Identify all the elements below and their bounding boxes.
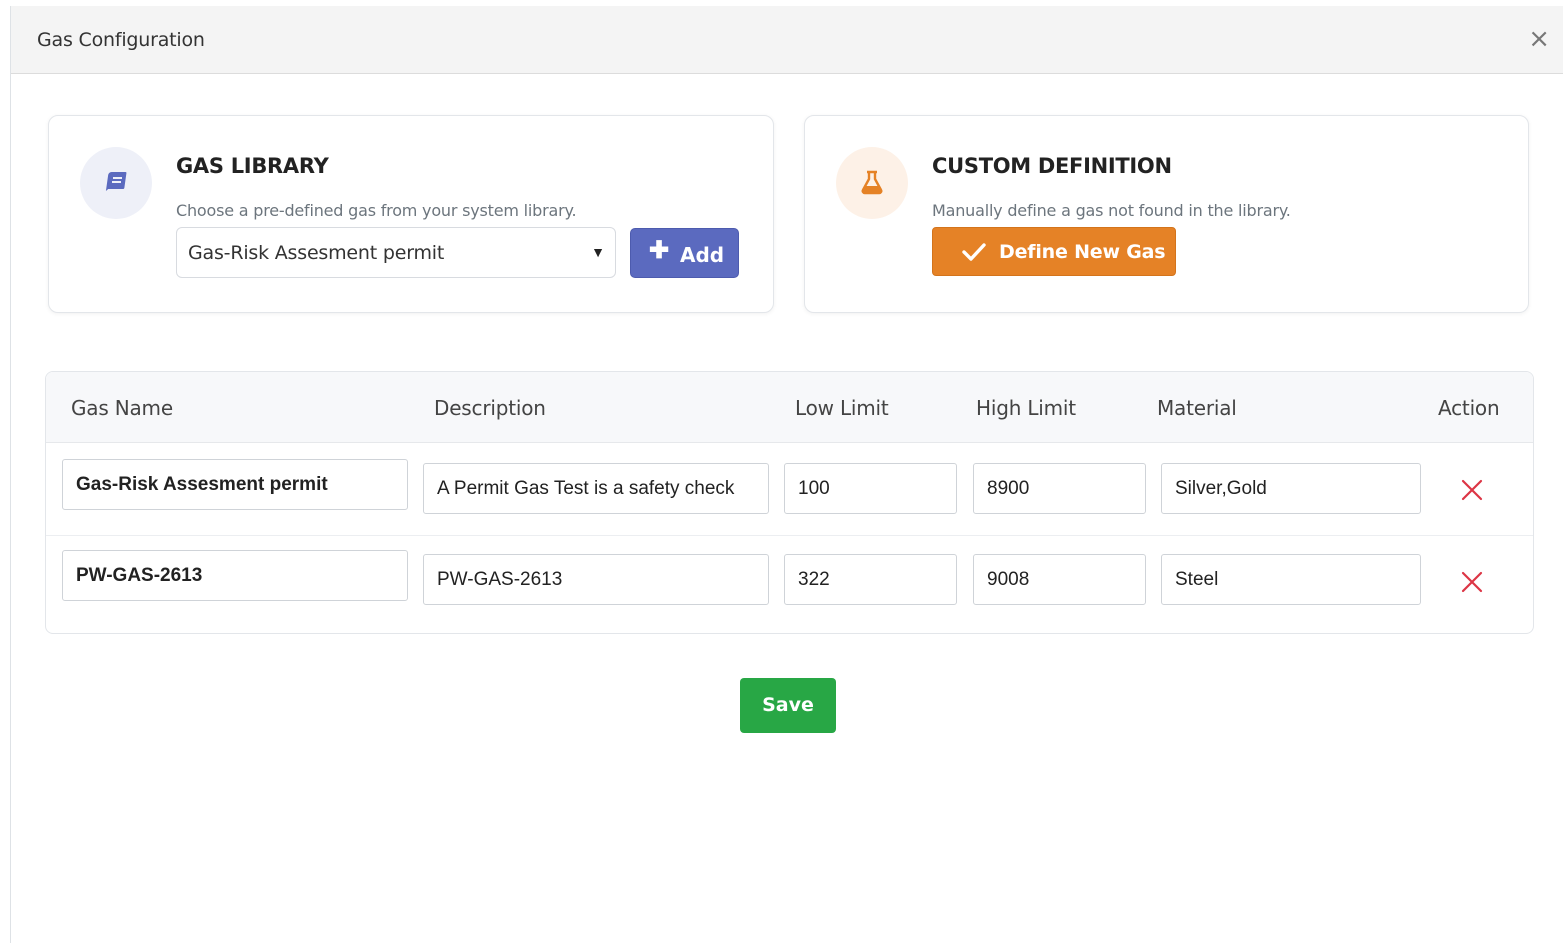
header-action: Action xyxy=(1438,396,1500,420)
custom-definition-subtitle: Manually define a gas not found in the l… xyxy=(932,201,1291,220)
gas-library-subtitle: Choose a pre-defined gas from your syste… xyxy=(176,201,577,220)
high-limit-input[interactable]: 8900 xyxy=(973,463,1146,514)
selected-gas-value: Gas-Risk Assesment permit xyxy=(188,242,445,264)
add-gas-button[interactable]: ✚ Add xyxy=(630,228,739,278)
gas-name-input[interactable]: Gas-Risk Assesment permit xyxy=(62,459,408,510)
table-header: Gas Name Description Low Limit High Limi… xyxy=(46,372,1533,443)
book-icon xyxy=(80,147,152,219)
low-limit-input[interactable]: 100 xyxy=(784,463,957,514)
flask-icon xyxy=(836,147,908,219)
table-row: Gas-Risk Assesment permit A Permit Gas T… xyxy=(46,443,1533,536)
low-limit-input[interactable]: 322 xyxy=(784,554,957,605)
delete-row-icon[interactable] xyxy=(1460,570,1484,594)
gas-name-input[interactable]: PW-GAS-2613 xyxy=(62,550,408,601)
gas-library-title: GAS LIBRARY xyxy=(176,154,329,178)
define-button-label: Define New Gas xyxy=(999,241,1166,263)
modal-header: Gas Configuration × xyxy=(11,6,1563,74)
description-input[interactable]: PW-GAS-2613 xyxy=(423,554,769,605)
gas-table: Gas Name Description Low Limit High Limi… xyxy=(45,371,1534,634)
header-low-limit: Low Limit xyxy=(795,396,889,420)
define-new-gas-button[interactable]: Define New Gas xyxy=(932,227,1176,276)
save-button[interactable]: Save xyxy=(740,678,836,733)
high-limit-input[interactable]: 9008 xyxy=(973,554,1146,605)
custom-definition-card: CUSTOM DEFINITION Manually define a gas … xyxy=(804,115,1529,313)
custom-definition-title: CUSTOM DEFINITION xyxy=(932,154,1172,178)
add-button-label: Add xyxy=(680,243,725,267)
description-input[interactable]: A Permit Gas Test is a safety check xyxy=(423,463,769,514)
material-input[interactable]: Silver,Gold xyxy=(1161,463,1421,514)
check-icon xyxy=(962,243,986,261)
material-input[interactable]: Steel xyxy=(1161,554,1421,605)
gas-library-select[interactable]: Gas-Risk Assesment permit ▼ xyxy=(176,227,616,278)
plus-icon: ✚ xyxy=(649,237,670,264)
delete-row-icon[interactable] xyxy=(1460,478,1484,502)
gas-library-card: GAS LIBRARY Choose a pre-defined gas fro… xyxy=(48,115,774,313)
caret-down-icon: ▼ xyxy=(591,244,605,260)
header-description: Description xyxy=(434,396,546,420)
header-high-limit: High Limit xyxy=(976,396,1076,420)
table-row: PW-GAS-2613 PW-GAS-2613 322 9008 Steel xyxy=(46,535,1533,627)
header-material: Material xyxy=(1157,396,1237,420)
close-icon[interactable]: × xyxy=(1528,24,1550,54)
modal-title: Gas Configuration xyxy=(37,29,205,51)
header-gas-name: Gas Name xyxy=(71,396,173,420)
